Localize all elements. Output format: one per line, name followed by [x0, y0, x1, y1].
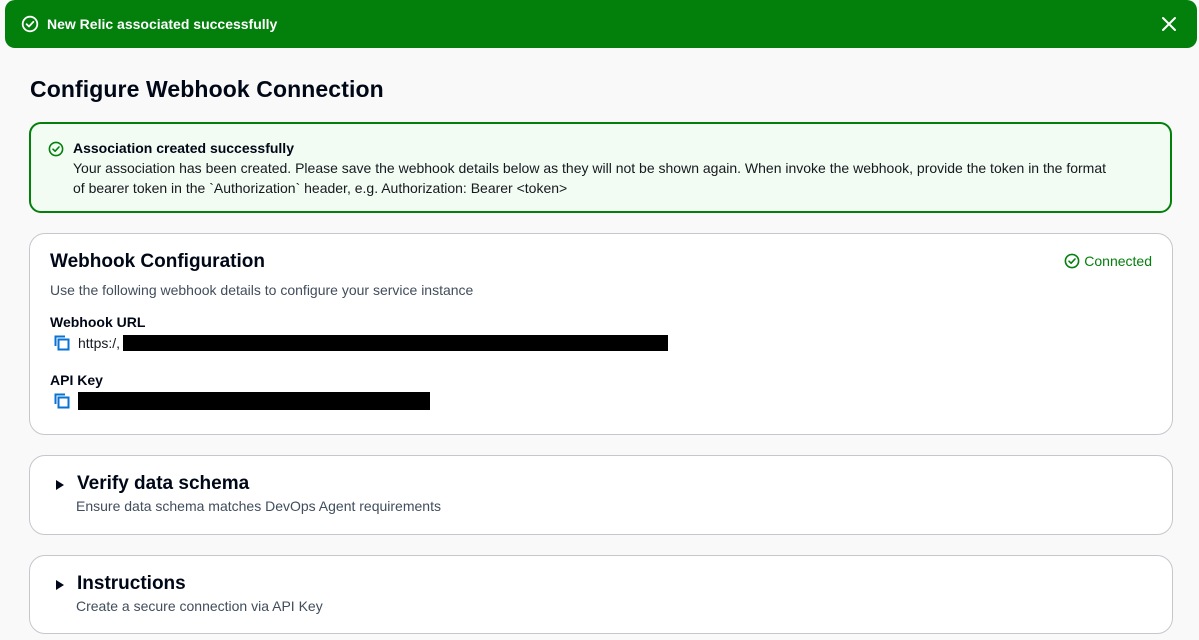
verify-data-schema-section: Verify data schema Ensure data schema ma…	[29, 455, 1173, 535]
webhook-configuration-container: Webhook Configuration Connected Use the …	[29, 233, 1173, 435]
webhook-configuration-description: Use the following webhook details to con…	[50, 282, 474, 298]
verify-data-schema-description: Ensure data schema matches DevOps Agent …	[76, 498, 441, 514]
check-circle-icon	[48, 141, 64, 157]
caret-right-icon	[54, 479, 66, 491]
instructions-header[interactable]: Instructions	[54, 571, 186, 597]
connection-status-label: Connected	[1084, 253, 1152, 269]
success-flash-banner: New Relic associated successfully	[5, 0, 1197, 48]
verify-data-schema-header[interactable]: Verify data schema	[54, 471, 249, 497]
api-key-row	[50, 390, 1152, 412]
check-circle-icon	[1064, 253, 1080, 269]
close-icon[interactable]	[1159, 14, 1179, 34]
alert-content: Association created successfully Your as…	[73, 138, 1106, 211]
check-circle-icon	[21, 15, 39, 33]
alert-title: Association created successfully	[73, 140, 294, 156]
verify-data-schema-title: Verify data schema	[77, 473, 250, 494]
instructions-description: Create a secure connection via API Key	[76, 598, 323, 614]
redacted-api-key	[78, 392, 430, 410]
alert-body-line-1: Your association has been created. Pleas…	[73, 160, 1107, 176]
copy-icon[interactable]	[52, 391, 72, 411]
webhook-url-row: https:/,	[50, 332, 1152, 354]
webhook-url-label: Webhook URL	[50, 314, 146, 330]
instructions-title: Instructions	[77, 573, 186, 594]
webhook-url-value: https:/,	[78, 335, 121, 351]
flash-message: New Relic associated successfully	[47, 16, 278, 32]
redacted-webhook-url	[123, 335, 669, 351]
page-title: Configure Webhook Connection	[30, 76, 384, 102]
copy-icon[interactable]	[52, 333, 72, 353]
alert-body-line-2: of bearer token in the `Authorization` h…	[73, 180, 568, 196]
page: New Relic associated successfully Config…	[0, 0, 1199, 640]
api-key-label: API Key	[50, 372, 103, 388]
success-alert: Association created successfully Your as…	[29, 122, 1172, 213]
caret-right-icon	[54, 579, 66, 591]
connection-status: Connected	[1064, 253, 1152, 269]
instructions-section: Instructions Create a secure connection …	[29, 555, 1173, 634]
webhook-configuration-title: Webhook Configuration	[50, 251, 265, 272]
